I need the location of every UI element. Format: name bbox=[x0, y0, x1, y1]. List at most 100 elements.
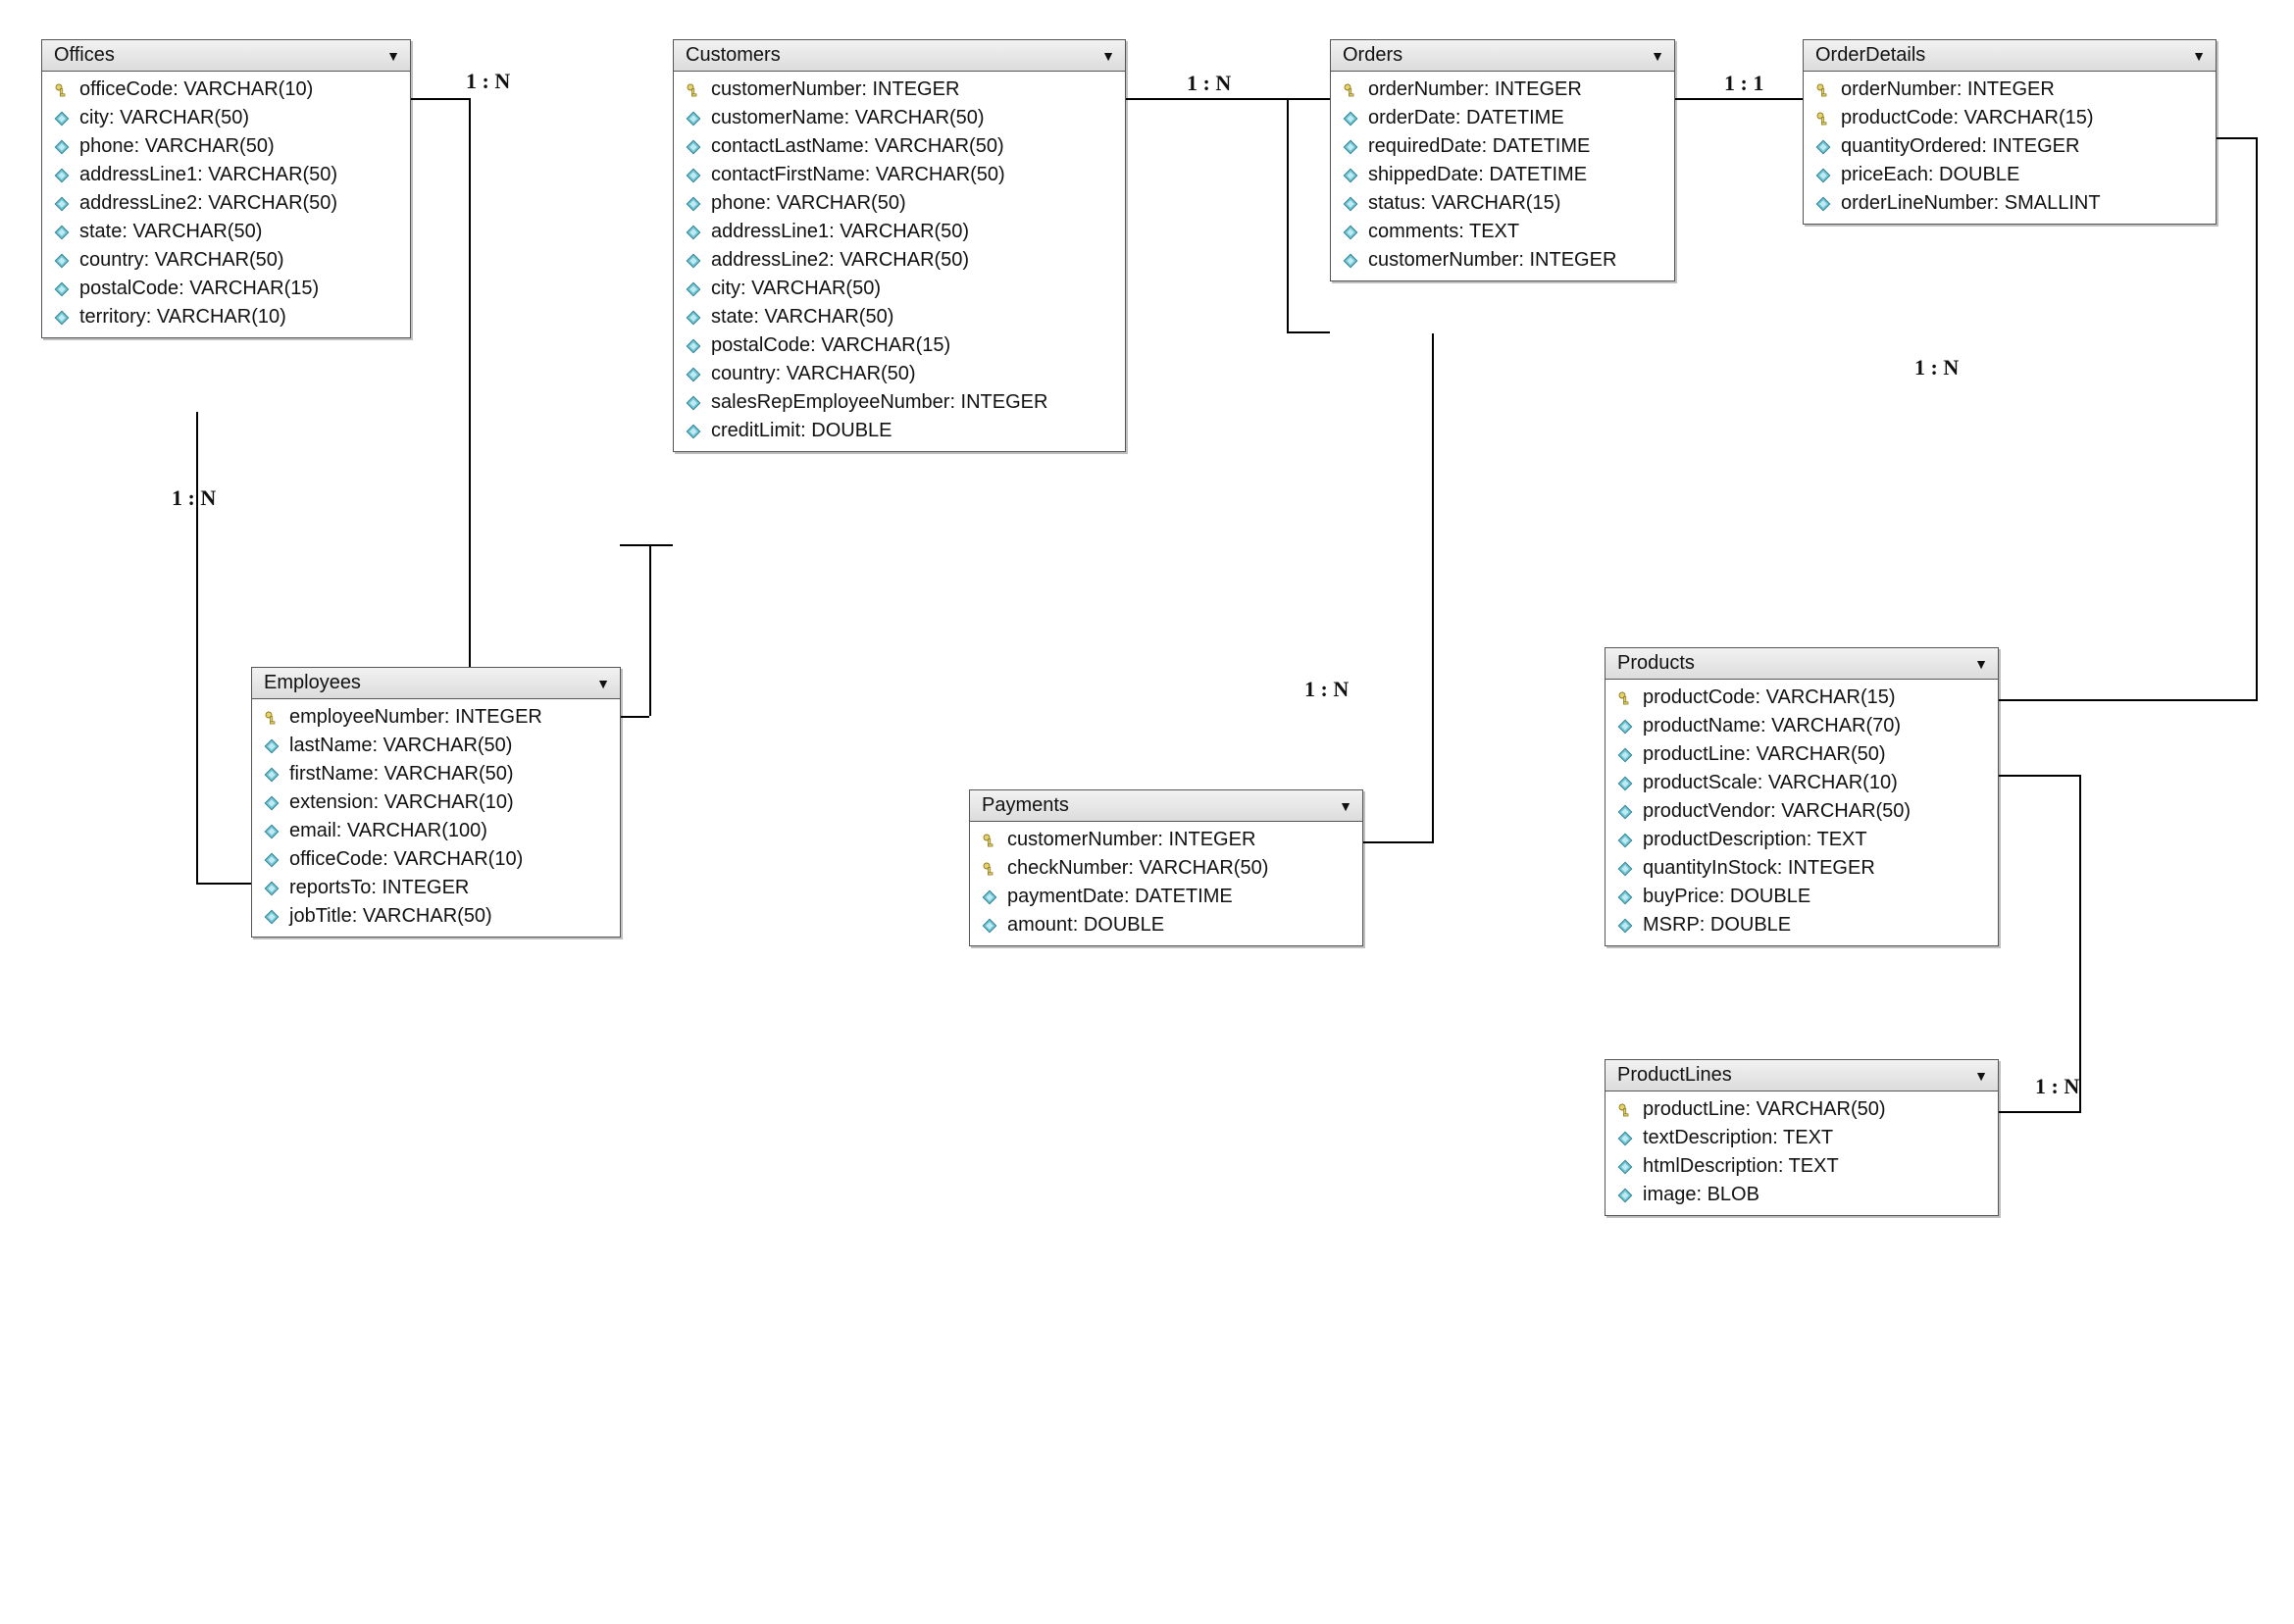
column-row[interactable]: buyPrice: DOUBLE bbox=[1606, 883, 1998, 911]
column-row[interactable]: country: VARCHAR(50) bbox=[674, 360, 1125, 388]
column-row[interactable]: productDescription: TEXT bbox=[1606, 826, 1998, 854]
entity-header[interactable]: Payments▼ bbox=[970, 790, 1362, 822]
column-row[interactable]: productLine: VARCHAR(50) bbox=[1606, 1095, 1998, 1124]
column-row[interactable]: amount: DOUBLE bbox=[970, 911, 1362, 939]
column-row[interactable]: extension: VARCHAR(10) bbox=[252, 788, 620, 817]
column-text: addressLine1: VARCHAR(50) bbox=[79, 164, 337, 186]
column-text: requiredDate: DATETIME bbox=[1368, 135, 1590, 158]
column-row[interactable]: productLine: VARCHAR(50) bbox=[1606, 740, 1998, 769]
column-icon bbox=[52, 166, 72, 185]
entity-header[interactable]: Products▼ bbox=[1606, 648, 1998, 680]
column-row[interactable]: image: BLOB bbox=[1606, 1181, 1998, 1209]
column-row[interactable]: postalCode: VARCHAR(15) bbox=[674, 331, 1125, 360]
column-row[interactable]: email: VARCHAR(100) bbox=[252, 817, 620, 845]
dropdown-icon[interactable]: ▼ bbox=[386, 48, 400, 64]
column-row[interactable]: officeCode: VARCHAR(10) bbox=[42, 76, 410, 104]
column-row[interactable]: priceEach: DOUBLE bbox=[1804, 161, 2216, 189]
column-row[interactable]: productCode: VARCHAR(15) bbox=[1804, 104, 2216, 132]
dropdown-icon[interactable]: ▼ bbox=[1651, 48, 1664, 64]
column-icon bbox=[1341, 166, 1360, 185]
column-row[interactable]: quantityOrdered: INTEGER bbox=[1804, 132, 2216, 161]
connector bbox=[196, 883, 251, 885]
column-row[interactable]: orderLineNumber: SMALLINT bbox=[1804, 189, 2216, 218]
column-list: customerNumber: INTEGERcustomerName: VAR… bbox=[674, 72, 1125, 451]
dropdown-icon[interactable]: ▼ bbox=[1974, 656, 1988, 672]
column-row[interactable]: shippedDate: DATETIME bbox=[1331, 161, 1674, 189]
dropdown-icon[interactable]: ▼ bbox=[596, 676, 610, 691]
column-row[interactable]: orderNumber: INTEGER bbox=[1804, 76, 2216, 104]
column-list: customerNumber: INTEGERcheckNumber: VARC… bbox=[970, 822, 1362, 945]
column-text: employeeNumber: INTEGER bbox=[289, 706, 542, 729]
column-icon bbox=[52, 279, 72, 299]
column-row[interactable]: phone: VARCHAR(50) bbox=[674, 189, 1125, 218]
dropdown-icon[interactable]: ▼ bbox=[1974, 1068, 1988, 1084]
column-row[interactable]: lastName: VARCHAR(50) bbox=[252, 732, 620, 760]
column-row[interactable]: MSRP: DOUBLE bbox=[1606, 911, 1998, 939]
column-icon bbox=[684, 279, 703, 299]
column-row[interactable]: state: VARCHAR(50) bbox=[674, 303, 1125, 331]
column-row[interactable]: productCode: VARCHAR(15) bbox=[1606, 684, 1998, 712]
column-row[interactable]: salesRepEmployeeNumber: INTEGER bbox=[674, 388, 1125, 417]
column-row[interactable]: city: VARCHAR(50) bbox=[42, 104, 410, 132]
column-row[interactable]: addressLine2: VARCHAR(50) bbox=[42, 189, 410, 218]
column-row[interactable]: status: VARCHAR(15) bbox=[1331, 189, 1674, 218]
column-row[interactable]: officeCode: VARCHAR(10) bbox=[252, 845, 620, 874]
column-row[interactable]: addressLine1: VARCHAR(50) bbox=[674, 218, 1125, 246]
dropdown-icon[interactable]: ▼ bbox=[1101, 48, 1115, 64]
column-row[interactable]: customerNumber: INTEGER bbox=[970, 826, 1362, 854]
connector bbox=[1432, 333, 1434, 843]
column-row[interactable]: checkNumber: VARCHAR(50) bbox=[970, 854, 1362, 883]
entity-header[interactable]: Customers▼ bbox=[674, 40, 1125, 72]
column-row[interactable]: creditLimit: DOUBLE bbox=[674, 417, 1125, 445]
column-row[interactable]: city: VARCHAR(50) bbox=[674, 275, 1125, 303]
column-row[interactable]: employeeNumber: INTEGER bbox=[252, 703, 620, 732]
entity-header[interactable]: OrderDetails▼ bbox=[1804, 40, 2216, 72]
column-row[interactable]: productName: VARCHAR(70) bbox=[1606, 712, 1998, 740]
column-row[interactable]: contactFirstName: VARCHAR(50) bbox=[674, 161, 1125, 189]
entity-payments[interactable]: Payments▼customerNumber: INTEGERcheckNum… bbox=[969, 789, 1363, 946]
entity-header[interactable]: Offices▼ bbox=[42, 40, 410, 72]
column-row[interactable]: customerNumber: INTEGER bbox=[674, 76, 1125, 104]
column-row[interactable]: country: VARCHAR(50) bbox=[42, 246, 410, 275]
column-row[interactable]: htmlDescription: TEXT bbox=[1606, 1152, 1998, 1181]
column-row[interactable]: addressLine1: VARCHAR(50) bbox=[42, 161, 410, 189]
entity-orders[interactable]: Orders▼ orderNumber: INTEGERorderDate: DA… bbox=[1330, 39, 1675, 281]
entity-orderdetails[interactable]: OrderDetails▼ orderNumber: INTEGER product… bbox=[1803, 39, 2217, 225]
entity-productlines[interactable]: ProductLines▼ productLine: VARCHAR(50)tex… bbox=[1605, 1059, 1999, 1216]
column-icon bbox=[1615, 1157, 1635, 1177]
column-row[interactable]: textDescription: TEXT bbox=[1606, 1124, 1998, 1152]
connector bbox=[620, 716, 649, 718]
dropdown-icon[interactable]: ▼ bbox=[1339, 798, 1352, 814]
column-row[interactable]: requiredDate: DATETIME bbox=[1331, 132, 1674, 161]
column-row[interactable]: orderNumber: INTEGER bbox=[1331, 76, 1674, 104]
column-row[interactable]: contactLastName: VARCHAR(50) bbox=[674, 132, 1125, 161]
column-text: firstName: VARCHAR(50) bbox=[289, 763, 514, 786]
column-row[interactable]: state: VARCHAR(50) bbox=[42, 218, 410, 246]
entity-customers[interactable]: Customers▼customerNumber: INTEGERcustome… bbox=[673, 39, 1126, 452]
column-row[interactable]: productScale: VARCHAR(10) bbox=[1606, 769, 1998, 797]
column-row[interactable]: orderDate: DATETIME bbox=[1331, 104, 1674, 132]
dropdown-icon[interactable]: ▼ bbox=[2192, 48, 2206, 64]
column-row[interactable]: customerNumber: INTEGER bbox=[1331, 246, 1674, 275]
column-row[interactable]: reportsTo: INTEGER bbox=[252, 874, 620, 902]
column-row[interactable]: firstName: VARCHAR(50) bbox=[252, 760, 620, 788]
entity-employees[interactable]: Employees▼ employeeNumber: INTEGER lastNam… bbox=[251, 667, 621, 938]
column-text: extension: VARCHAR(10) bbox=[289, 791, 514, 814]
column-row[interactable]: quantityInStock: INTEGER bbox=[1606, 854, 1998, 883]
entity-products[interactable]: Products▼productCode: VARCHAR(15)product… bbox=[1605, 647, 1999, 946]
entity-header[interactable]: ProductLines▼ bbox=[1606, 1060, 1998, 1091]
column-row[interactable]: paymentDate: DATETIME bbox=[970, 883, 1362, 911]
column-text: orderNumber: INTEGER bbox=[1841, 78, 2055, 101]
column-text: phone: VARCHAR(50) bbox=[79, 135, 275, 158]
column-row[interactable]: jobTitle: VARCHAR(50) bbox=[252, 902, 620, 931]
entity-header[interactable]: Orders▼ bbox=[1331, 40, 1674, 72]
column-row[interactable]: customerName: VARCHAR(50) bbox=[674, 104, 1125, 132]
column-row[interactable]: productVendor: VARCHAR(50) bbox=[1606, 797, 1998, 826]
entity-offices[interactable]: Offices▼ officeCode: VARCHAR(10)city: VAR… bbox=[41, 39, 411, 338]
column-row[interactable]: comments: TEXT bbox=[1331, 218, 1674, 246]
column-row[interactable]: addressLine2: VARCHAR(50) bbox=[674, 246, 1125, 275]
column-row[interactable]: postalCode: VARCHAR(15) bbox=[42, 275, 410, 303]
column-row[interactable]: phone: VARCHAR(50) bbox=[42, 132, 410, 161]
column-row[interactable]: territory: VARCHAR(10) bbox=[42, 303, 410, 331]
entity-header[interactable]: Employees▼ bbox=[252, 668, 620, 699]
